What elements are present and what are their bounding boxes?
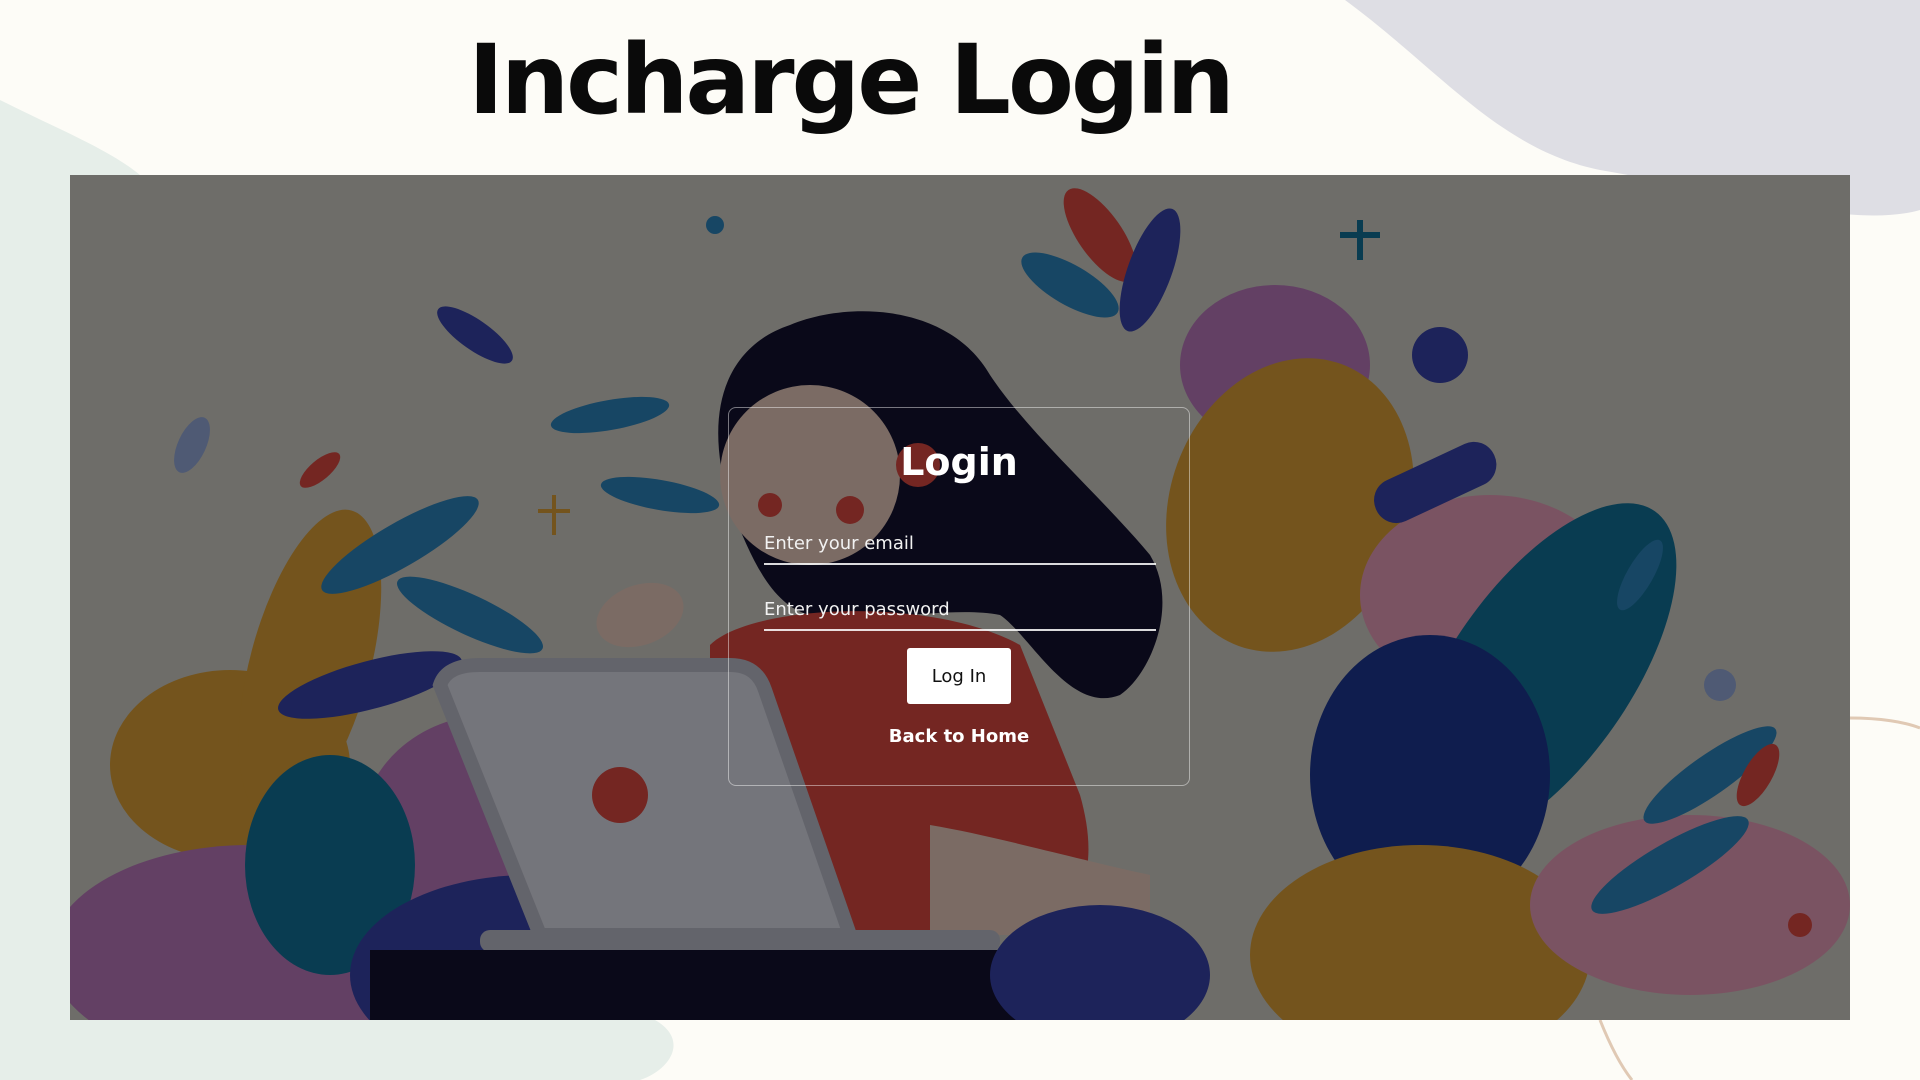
page-title: Incharge Login xyxy=(468,24,1235,136)
password-field[interactable] xyxy=(764,589,1156,631)
login-button[interactable]: Log In xyxy=(907,648,1011,704)
email-field[interactable] xyxy=(764,523,1156,565)
back-to-home-link[interactable]: Back to Home xyxy=(729,726,1189,747)
hero-panel: Login Log In Back to Home xyxy=(70,175,1850,1020)
login-heading: Login xyxy=(900,440,1018,484)
login-card: Login Log In Back to Home xyxy=(728,407,1190,786)
